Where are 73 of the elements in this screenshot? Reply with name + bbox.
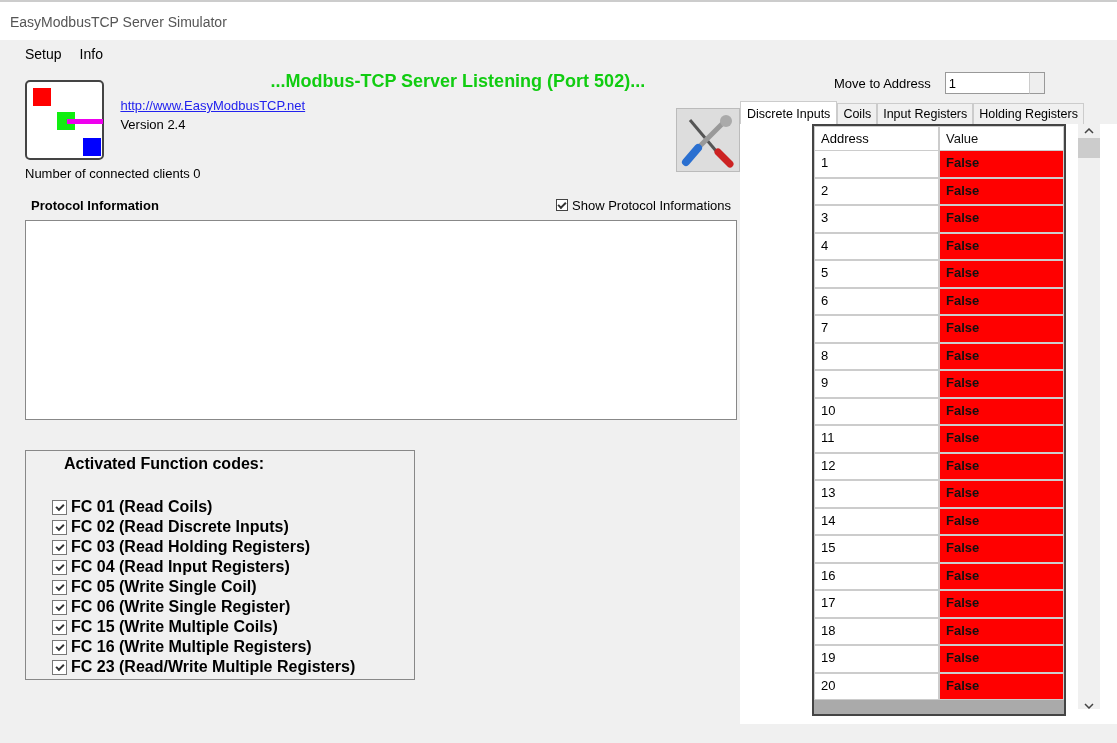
address-cell: 10	[814, 397, 939, 425]
value-cell: False	[939, 260, 1064, 288]
address-cell: 4	[814, 232, 939, 260]
value-cell: False	[939, 645, 1064, 673]
value-cell: False	[939, 370, 1064, 398]
address-field[interactable]: 1	[944, 72, 1029, 94]
tab[interactable]: Discrete Inputs	[740, 101, 838, 124]
address-cell: 2	[814, 177, 939, 205]
function-code-checkbox[interactable]: FC 02 (Read Discrete Inputs)	[52, 517, 414, 537]
value-cell: False	[939, 205, 1064, 233]
value-cell: False	[939, 535, 1064, 563]
function-code-checkbox[interactable]: FC 05 (Write Single Coil)	[52, 577, 414, 597]
scroll-up-icon[interactable]	[1084, 128, 1094, 134]
address-cell: 8	[814, 342, 939, 370]
panel-title: Activated Function codes:	[64, 455, 266, 474]
value-cell: False	[939, 287, 1064, 315]
value-cell: False	[939, 590, 1064, 618]
address-cell: 7	[814, 315, 939, 343]
address-cell: 3	[814, 205, 939, 233]
column-header: Address	[814, 126, 939, 151]
value-cell: False	[939, 480, 1064, 508]
address-cell: 9	[814, 370, 939, 398]
value-cell: False	[939, 342, 1064, 370]
value-cell: False	[939, 315, 1064, 343]
value-cell: False	[939, 232, 1064, 260]
value-cell: False	[939, 397, 1064, 425]
address-cell: 5	[814, 260, 939, 288]
address-cell: 19	[814, 645, 939, 673]
tab[interactable]: Input Registers	[877, 103, 974, 124]
address-cell: 1	[814, 150, 939, 178]
server-status: ...Modbus-TCP Server Listening (Port 502)...	[270, 70, 646, 93]
clients-count: Number of connected clients 0	[25, 166, 202, 183]
address-cell: 17	[814, 590, 939, 618]
value-cell: False	[939, 672, 1064, 700]
address-cell: 12	[814, 452, 939, 480]
tab[interactable]: Holding Registers	[973, 103, 1084, 124]
column-header: Value	[939, 126, 1064, 151]
address-cell: 20	[814, 672, 939, 700]
menu-item[interactable]: Info	[79, 46, 103, 62]
function-code-checkbox[interactable]: FC 03 (Read Holding Registers)	[52, 537, 414, 557]
address-cell: 11	[814, 425, 939, 453]
settings-button[interactable]	[676, 108, 740, 172]
address-cell: 6	[814, 287, 939, 315]
value-cell: False	[939, 177, 1064, 205]
value-cell: False	[939, 617, 1064, 645]
value-cell: False	[939, 507, 1064, 535]
show-protocol-checkbox[interactable]: Show Protocol Informations	[556, 197, 731, 213]
function-code-checkbox[interactable]: FC 01 (Read Coils)	[52, 497, 414, 517]
scroll-down-icon[interactable]	[1084, 703, 1094, 709]
function-code-checkbox[interactable]: FC 15 (Write Multiple Coils)	[52, 617, 414, 637]
address-cell: 15	[814, 535, 939, 563]
function-code-checkbox[interactable]: FC 16 (Write Multiple Registers)	[52, 637, 414, 657]
value-cell: False	[939, 452, 1064, 480]
section-title: Protocol Information	[31, 197, 159, 213]
tools-icon	[680, 112, 736, 168]
version-label: Version 2.4	[120, 117, 187, 132]
logo-icon	[25, 80, 105, 160]
tab[interactable]: Coils	[837, 103, 878, 124]
address-cell: 16	[814, 562, 939, 590]
function-code-checkbox[interactable]: FC 04 (Read Input Registers)	[52, 557, 414, 577]
website-link[interactable]: http://www.EasyModbusTCP.net	[120, 98, 306, 113]
address-cell: 13	[814, 480, 939, 508]
address-cell: 18	[814, 617, 939, 645]
value-cell: False	[939, 562, 1064, 590]
value-cell: False	[939, 150, 1064, 178]
value-cell: False	[939, 425, 1064, 453]
field-label: Move to Address	[834, 75, 931, 91]
menu-item[interactable]: Setup	[25, 46, 62, 62]
function-code-checkbox[interactable]: FC 06 (Write Single Register)	[52, 597, 414, 617]
window-title: EasyModbusTCP Server Simulator	[10, 14, 227, 30]
address-cell: 14	[814, 507, 939, 535]
scroll-thumb[interactable]	[1078, 138, 1100, 158]
function-code-checkbox[interactable]: FC 23 (Read/Write Multiple Registers)	[52, 657, 414, 677]
